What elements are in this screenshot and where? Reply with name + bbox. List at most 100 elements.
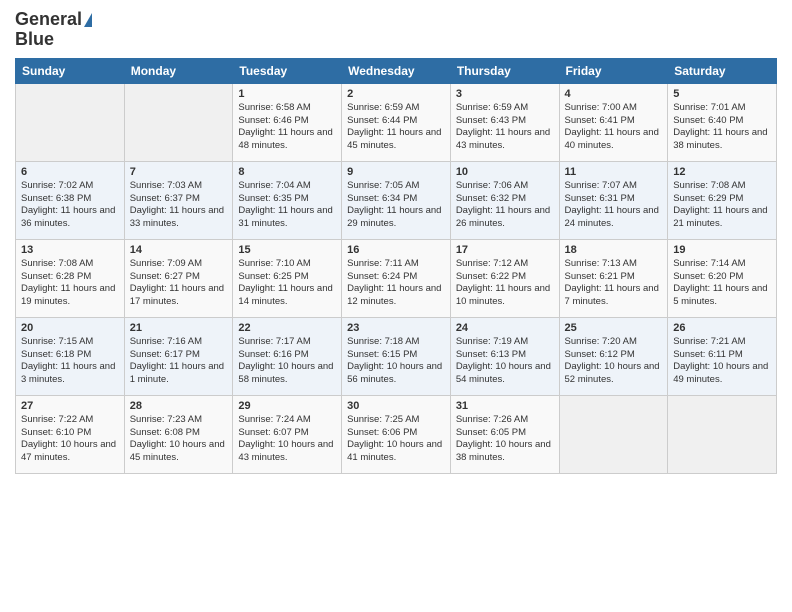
day-content: Sunrise: 6:59 AM Sunset: 6:44 PM Dayligh… [347,102,445,153]
day-content: Sunrise: 7:22 AM Sunset: 6:10 PM Dayligh… [21,414,119,465]
day-number: 5 [673,88,771,100]
day-cell: 27 Sunrise: 7:22 AM Sunset: 6:10 PM Dayli… [16,395,125,473]
day-cell: 5 Sunrise: 7:01 AM Sunset: 6:40 PM Daylig… [668,83,777,161]
day-number: 29 [238,400,336,412]
week-row-5: 27 Sunrise: 7:22 AM Sunset: 6:10 PM Dayli… [16,395,777,473]
day-content: Sunrise: 7:05 AM Sunset: 6:34 PM Dayligh… [347,180,445,231]
day-cell: 13 Sunrise: 7:08 AM Sunset: 6:28 PM Dayli… [16,239,125,317]
day-content: Sunrise: 7:04 AM Sunset: 6:35 PM Dayligh… [238,180,336,231]
day-content: Sunrise: 6:59 AM Sunset: 6:43 PM Dayligh… [456,102,554,153]
day-cell: 6Sunrise: 7:02 AM Sunset: 6:38 PM Daylig… [16,161,125,239]
day-number: 8 [238,166,336,178]
day-number: 22 [238,322,336,334]
header-cell-thursday: Thursday [450,58,559,83]
header-cell-monday: Monday [124,58,233,83]
day-cell: 15 Sunrise: 7:10 AM Sunset: 6:25 PM Dayli… [233,239,342,317]
day-number: 30 [347,400,445,412]
day-cell: 20 Sunrise: 7:15 AM Sunset: 6:18 PM Dayli… [16,317,125,395]
day-cell: 16 Sunrise: 7:11 AM Sunset: 6:24 PM Dayli… [342,239,451,317]
day-cell [559,395,668,473]
logo-triangle-icon [84,13,92,27]
day-number: 25 [565,322,663,334]
day-cell: 12 Sunrise: 7:08 AM Sunset: 6:29 PM Dayli… [668,161,777,239]
day-content: Sunrise: 7:19 AM Sunset: 6:13 PM Dayligh… [456,336,554,387]
calendar-table: SundayMondayTuesdayWednesdayThursdayFrid… [15,58,777,474]
day-number: 4 [565,88,663,100]
day-content: Sunrise: 7:01 AM Sunset: 6:40 PM Dayligh… [673,102,771,153]
day-number: 6 [21,166,119,178]
day-cell: 14 Sunrise: 7:09 AM Sunset: 6:27 PM Dayli… [124,239,233,317]
day-number: 10 [456,166,554,178]
header-cell-wednesday: Wednesday [342,58,451,83]
day-number: 24 [456,322,554,334]
day-content: Sunrise: 7:15 AM Sunset: 6:18 PM Dayligh… [21,336,119,387]
day-content: Sunrise: 7:17 AM Sunset: 6:16 PM Dayligh… [238,336,336,387]
day-content: Sunrise: 7:11 AM Sunset: 6:24 PM Dayligh… [347,258,445,309]
page-header: General Blue [15,10,777,50]
day-cell: 26Sunrise: 7:21 AM Sunset: 6:11 PM Dayli… [668,317,777,395]
calendar-header: SundayMondayTuesdayWednesdayThursdayFrid… [16,58,777,83]
day-content: Sunrise: 7:08 AM Sunset: 6:29 PM Dayligh… [673,180,771,231]
day-number: 13 [21,244,119,256]
day-number: 12 [673,166,771,178]
day-number: 19 [673,244,771,256]
week-row-4: 20 Sunrise: 7:15 AM Sunset: 6:18 PM Dayli… [16,317,777,395]
day-number: 2 [347,88,445,100]
day-content: Sunrise: 7:13 AM Sunset: 6:21 PM Dayligh… [565,258,663,309]
day-cell: 19 Sunrise: 7:14 AM Sunset: 6:20 PM Dayli… [668,239,777,317]
day-number: 23 [347,322,445,334]
day-number: 28 [130,400,228,412]
header-row: SundayMondayTuesdayWednesdayThursdayFrid… [16,58,777,83]
day-cell [668,395,777,473]
day-number: 20 [21,322,119,334]
day-content: Sunrise: 7:06 AM Sunset: 6:32 PM Dayligh… [456,180,554,231]
day-content: Sunrise: 7:07 AM Sunset: 6:31 PM Dayligh… [565,180,663,231]
day-content: Sunrise: 7:10 AM Sunset: 6:25 PM Dayligh… [238,258,336,309]
day-cell: 25Sunrise: 7:20 AM Sunset: 6:12 PM Dayli… [559,317,668,395]
day-number: 11 [565,166,663,178]
day-number: 1 [238,88,336,100]
day-number: 7 [130,166,228,178]
day-cell: 9 Sunrise: 7:05 AM Sunset: 6:34 PM Daylig… [342,161,451,239]
day-number: 16 [347,244,445,256]
day-number: 9 [347,166,445,178]
day-content: Sunrise: 7:21 AM Sunset: 6:11 PM Dayligh… [673,336,771,387]
day-number: 27 [21,400,119,412]
day-cell: 31Sunrise: 7:26 AM Sunset: 6:05 PM Dayli… [450,395,559,473]
day-cell: 22 Sunrise: 7:17 AM Sunset: 6:16 PM Dayli… [233,317,342,395]
week-row-3: 13 Sunrise: 7:08 AM Sunset: 6:28 PM Dayli… [16,239,777,317]
week-row-2: 6Sunrise: 7:02 AM Sunset: 6:38 PM Daylig… [16,161,777,239]
day-cell: 3 Sunrise: 6:59 AM Sunset: 6:43 PM Daylig… [450,83,559,161]
day-cell [16,83,125,161]
day-cell: 28 Sunrise: 7:23 AM Sunset: 6:08 PM Dayli… [124,395,233,473]
day-cell: 23Sunrise: 7:18 AM Sunset: 6:15 PM Dayli… [342,317,451,395]
day-number: 15 [238,244,336,256]
day-content: Sunrise: 7:24 AM Sunset: 6:07 PM Dayligh… [238,414,336,465]
day-cell: 18Sunrise: 7:13 AM Sunset: 6:21 PM Dayli… [559,239,668,317]
day-cell: 10 Sunrise: 7:06 AM Sunset: 6:32 PM Dayli… [450,161,559,239]
day-content: Sunrise: 7:08 AM Sunset: 6:28 PM Dayligh… [21,258,119,309]
day-cell: 21Sunrise: 7:16 AM Sunset: 6:17 PM Dayli… [124,317,233,395]
day-cell [124,83,233,161]
day-number: 31 [456,400,554,412]
day-content: Sunrise: 7:23 AM Sunset: 6:08 PM Dayligh… [130,414,228,465]
day-cell: 29 Sunrise: 7:24 AM Sunset: 6:07 PM Dayli… [233,395,342,473]
day-content: Sunrise: 7:03 AM Sunset: 6:37 PM Dayligh… [130,180,228,231]
day-content: Sunrise: 6:58 AM Sunset: 6:46 PM Dayligh… [238,102,336,153]
header-cell-tuesday: Tuesday [233,58,342,83]
day-content: Sunrise: 7:25 AM Sunset: 6:06 PM Dayligh… [347,414,445,465]
day-content: Sunrise: 7:12 AM Sunset: 6:22 PM Dayligh… [456,258,554,309]
day-cell: 30 Sunrise: 7:25 AM Sunset: 6:06 PM Dayli… [342,395,451,473]
day-number: 14 [130,244,228,256]
day-content: Sunrise: 7:00 AM Sunset: 6:41 PM Dayligh… [565,102,663,153]
day-number: 21 [130,322,228,334]
day-cell: 1 Sunrise: 6:58 AM Sunset: 6:46 PM Daylig… [233,83,342,161]
header-cell-friday: Friday [559,58,668,83]
logo-text-general: General [15,10,82,30]
day-number: 3 [456,88,554,100]
day-content: Sunrise: 7:14 AM Sunset: 6:20 PM Dayligh… [673,258,771,309]
day-content: Sunrise: 7:09 AM Sunset: 6:27 PM Dayligh… [130,258,228,309]
week-row-1: 1 Sunrise: 6:58 AM Sunset: 6:46 PM Daylig… [16,83,777,161]
logo-text-blue: Blue [15,29,54,49]
header-cell-sunday: Sunday [16,58,125,83]
